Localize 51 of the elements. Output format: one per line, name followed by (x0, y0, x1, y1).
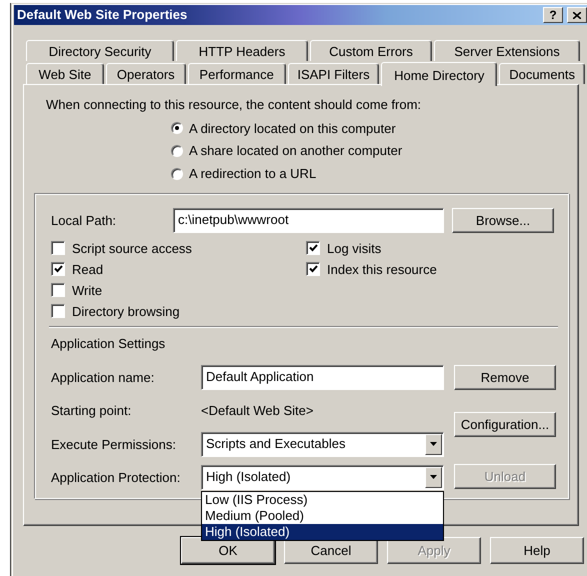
checkbox[interactable] (306, 241, 320, 256)
dropdown-option[interactable]: High (Isolated) (202, 524, 443, 540)
close-button[interactable] (567, 7, 587, 23)
checkbox[interactable] (306, 262, 320, 276)
radio-label: A share located on another computer (189, 143, 402, 159)
text-field[interactable]: Default Application (201, 364, 444, 390)
tab[interactable]: Directory Security (26, 40, 174, 61)
radio-label: A directory located on this computer (189, 120, 396, 136)
checkbox-label: Script source access (72, 240, 192, 256)
tab[interactable]: Home Directory (381, 62, 498, 86)
close-icon (573, 12, 581, 18)
radio-button[interactable] (171, 144, 183, 157)
dropdown-field[interactable]: Scripts and Executables (201, 432, 444, 457)
prompt-text: When connecting to this resource, the content should come from: (46, 97, 422, 113)
tab[interactable]: ISAPI Filters (288, 63, 380, 84)
field-label: Application Protection: (51, 470, 182, 486)
tab[interactable]: Custom Errors (310, 40, 432, 61)
radio-button[interactable] (171, 168, 183, 180)
tab[interactable]: Web Site (26, 63, 104, 84)
tab[interactable]: HTTP Headers (176, 40, 308, 61)
dropdown-field[interactable]: High (Isolated) (201, 464, 444, 490)
help-button[interactable]: ? (543, 7, 563, 23)
dialog-button[interactable]: Help (490, 537, 584, 564)
checkbox[interactable] (51, 262, 65, 276)
checkbox[interactable] (51, 304, 65, 318)
radio-button[interactable] (171, 122, 183, 134)
checkbox-label: Log visits (327, 240, 382, 256)
section-heading: Application Settings (51, 336, 166, 352)
field-label: Local Path: (51, 213, 118, 229)
browse-button[interactable]: Browse... (452, 208, 554, 234)
checkbox-label: Read (72, 262, 104, 278)
checkbox-label: Index this resource (327, 262, 437, 278)
checkbox-label: Directory browsing (72, 304, 180, 320)
dropdown-option[interactable]: Low (IIS Process) (202, 492, 443, 508)
field-label: Starting point: (51, 403, 132, 419)
path-field[interactable]: c:\inetpub\wwwroot (173, 208, 444, 234)
field-label: Execute Permissions: (51, 436, 177, 452)
action-button[interactable]: Configuration... (454, 412, 556, 437)
tab[interactable]: Documents (499, 63, 585, 84)
tab[interactable]: Operators (106, 63, 186, 84)
tab[interactable]: Server Extensions (434, 40, 580, 61)
checkbox-label: Write (72, 282, 102, 298)
checkbox[interactable] (51, 283, 65, 298)
static-value: <Default Web Site> (201, 403, 314, 419)
dropdown-option[interactable]: Medium (Pooled) (202, 508, 443, 524)
checkbox[interactable] (51, 241, 65, 256)
window-title: Default Web Site Properties (17, 7, 188, 23)
radio-label: A redirection to a URL (189, 166, 316, 182)
tab[interactable]: Performance (188, 63, 286, 84)
action-button[interactable]: Remove (454, 364, 556, 390)
field-label: Application name: (51, 370, 156, 386)
